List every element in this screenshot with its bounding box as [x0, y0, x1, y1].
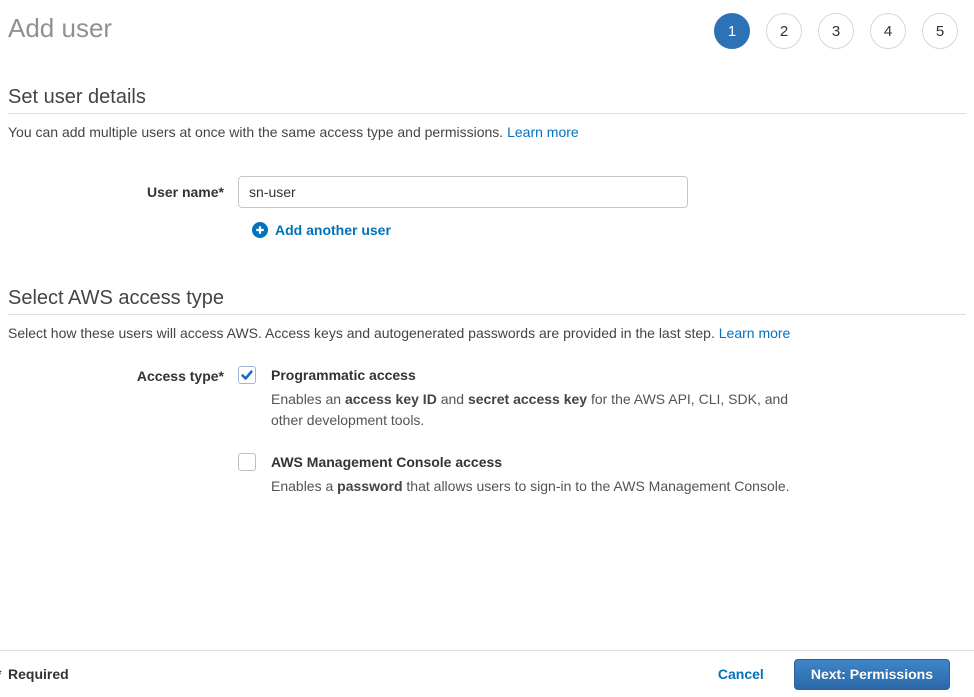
page-title: Add user — [8, 10, 112, 46]
access-type-label: Access type* — [0, 366, 238, 497]
page-header: Add user 1 2 3 4 5 — [0, 0, 974, 49]
set-user-details-section: Set user details You can add multiple us… — [0, 86, 974, 238]
learn-more-link-user-details[interactable]: Learn more — [507, 124, 579, 140]
programmatic-access-option: Programmatic access Enables an access ke… — [238, 366, 790, 431]
step-3: 3 — [818, 13, 854, 49]
required-label: Required — [8, 666, 69, 682]
add-another-user-label: Add another user — [275, 222, 391, 238]
step-4: 4 — [870, 13, 906, 49]
required-asterisk: * — [0, 666, 1, 682]
section-divider — [8, 113, 966, 114]
select-access-type-description: Select how these users will access AWS. … — [8, 325, 966, 342]
desc-text: other development tools. — [271, 412, 424, 428]
required-note: * Required — [8, 666, 69, 682]
programmatic-access-title: Programmatic access — [271, 366, 788, 384]
add-another-user-button[interactable]: Add another user — [252, 222, 391, 238]
step-1-active: 1 — [714, 13, 750, 49]
desc-bold: access key ID — [345, 391, 437, 407]
username-input[interactable] — [238, 176, 688, 208]
wizard-step-indicator: 1 2 3 4 5 — [714, 13, 958, 49]
console-access-description: Enables a password that allows users to … — [271, 476, 790, 497]
description-text: Select how these users will access AWS. … — [8, 325, 715, 341]
option-text: AWS Management Console access Enables a … — [271, 453, 790, 497]
username-row: User name* — [0, 176, 974, 208]
footer-actions: Cancel Next: Permissions — [718, 659, 950, 690]
add-user-page: Add user 1 2 3 4 5 Set user details You … — [0, 0, 974, 697]
desc-text: Enables a — [271, 478, 337, 494]
option-text: Programmatic access Enables an access ke… — [271, 366, 788, 431]
desc-bold: password — [337, 478, 402, 494]
step-5: 5 — [922, 13, 958, 49]
cancel-button[interactable]: Cancel — [718, 666, 764, 682]
learn-more-link-access-type[interactable]: Learn more — [719, 325, 791, 341]
select-access-type-section: Select AWS access type Select how these … — [0, 287, 974, 497]
access-type-options: Programmatic access Enables an access ke… — [238, 366, 790, 497]
desc-text: that allows users to sign-in to the AWS … — [403, 478, 790, 494]
username-label: User name* — [0, 176, 238, 208]
set-user-details-heading: Set user details — [8, 86, 966, 108]
description-text: You can add multiple users at once with … — [8, 124, 503, 140]
set-user-details-description: You can add multiple users at once with … — [8, 124, 966, 141]
access-type-row: Access type* Programmatic access — [0, 366, 974, 497]
console-access-checkbox[interactable] — [238, 453, 256, 471]
programmatic-access-description: Enables an access key ID and secret acce… — [271, 389, 788, 431]
console-access-title: AWS Management Console access — [271, 453, 790, 471]
desc-text: and — [437, 391, 468, 407]
wizard-footer: * Required Cancel Next: Permissions — [0, 650, 974, 697]
checkmark-icon — [240, 368, 254, 382]
select-access-type-heading: Select AWS access type — [8, 287, 966, 309]
desc-text: for the AWS API, CLI, SDK, and — [587, 391, 788, 407]
desc-text: Enables an — [271, 391, 345, 407]
add-icon — [252, 222, 268, 238]
next-permissions-button[interactable]: Next: Permissions — [794, 659, 950, 690]
section-divider — [8, 314, 966, 315]
step-2: 2 — [766, 13, 802, 49]
desc-bold: secret access key — [468, 391, 587, 407]
programmatic-access-checkbox[interactable] — [238, 366, 256, 384]
console-access-option: AWS Management Console access Enables a … — [238, 453, 790, 497]
